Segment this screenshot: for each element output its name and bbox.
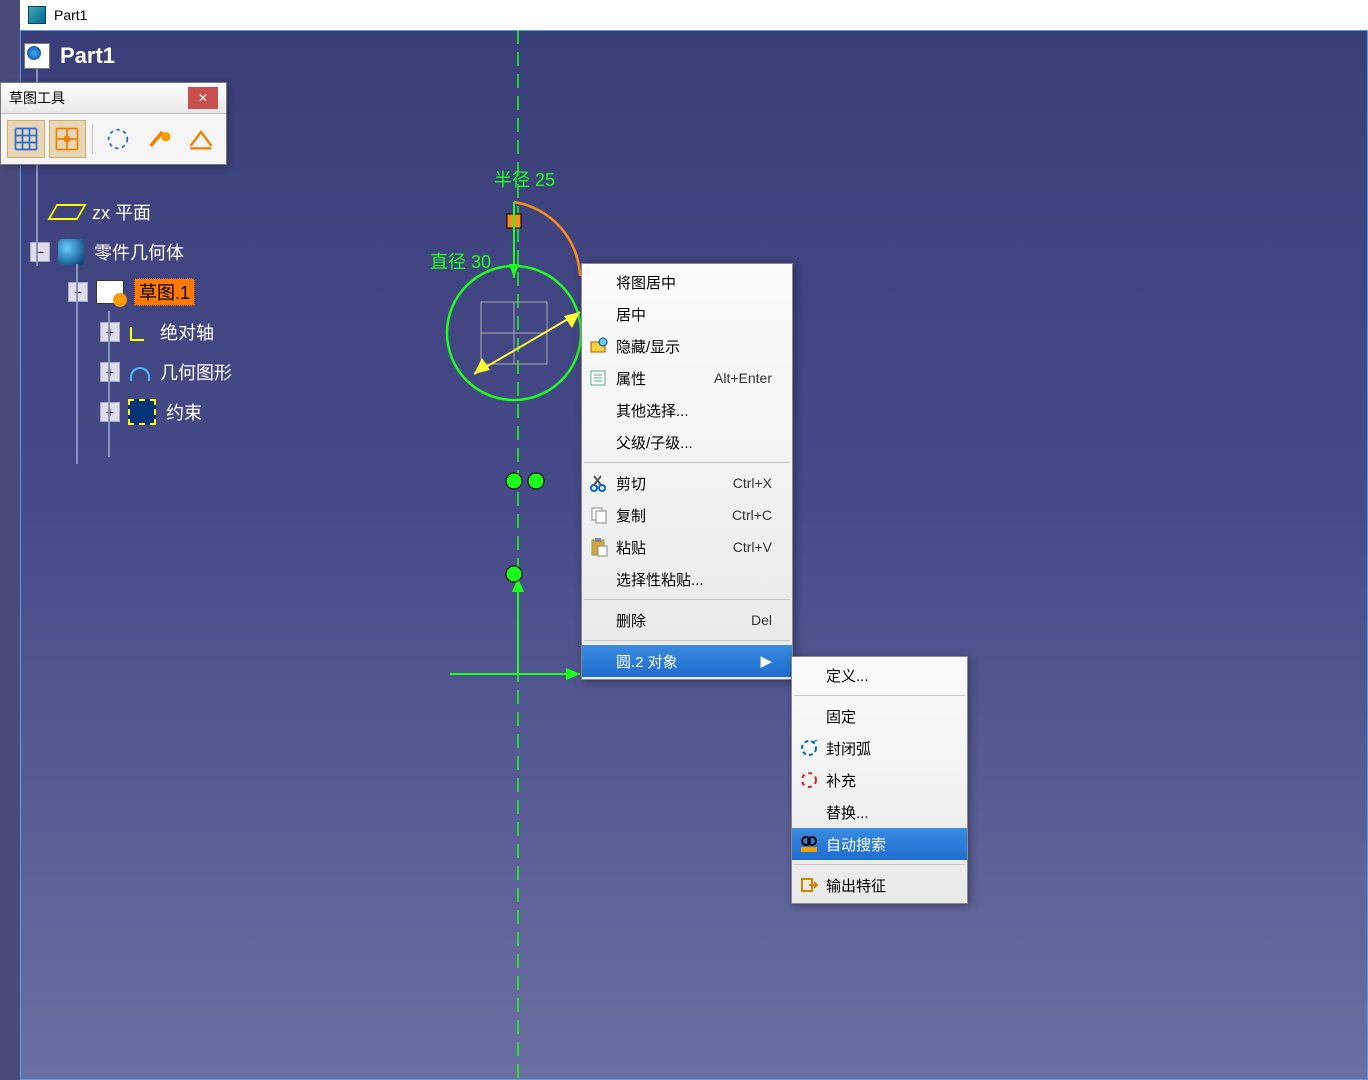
tree-constraints[interactable]: + 约束	[100, 392, 232, 432]
menu-other-select[interactable]: 其他选择...	[582, 394, 792, 426]
shortcut-label: Ctrl+X	[705, 475, 772, 491]
menu-separator	[584, 640, 790, 641]
expander-plus-icon[interactable]: +	[100, 362, 120, 382]
fill-icon	[798, 769, 820, 791]
menu-hide-show[interactable]: 隐藏/显示	[582, 330, 792, 362]
toolbar-separator	[92, 124, 93, 154]
expander-plus-icon[interactable]: +	[100, 402, 120, 422]
snap-toggle-button[interactable]	[49, 120, 87, 158]
grid-toggle-button[interactable]	[7, 120, 45, 158]
dimensional-constraint-button[interactable]	[182, 120, 220, 158]
submenu-fill[interactable]: 补充	[792, 764, 967, 796]
geometry-icon	[128, 361, 150, 383]
tree-plane-label: zx 平面	[92, 199, 151, 225]
submenu-replace[interactable]: 替换...	[792, 796, 967, 828]
menu-separator	[794, 695, 965, 696]
expander-plus-icon[interactable]: +	[100, 322, 120, 342]
submenu-auto-search[interactable]: 自动搜索	[792, 828, 967, 860]
geometric-constraint-button[interactable]	[141, 120, 179, 158]
tree-root[interactable]: Part1	[24, 36, 232, 76]
menu-copy[interactable]: 复制 Ctrl+C	[582, 499, 792, 531]
tree-sketch[interactable]: − 草图.1	[68, 272, 232, 312]
constraints-icon	[128, 399, 156, 425]
tree-axis[interactable]: + 绝对轴	[100, 312, 232, 352]
paste-icon	[588, 536, 610, 558]
shortcut-label: Del	[723, 612, 772, 628]
sketch-tools-toolbar[interactable]: 草图工具 ✕	[0, 82, 227, 165]
menu-object-submenu[interactable]: 圆.2 对象 ▶	[582, 645, 792, 677]
menu-separator	[584, 462, 790, 463]
toolbar-body	[1, 114, 226, 164]
submenu-definition[interactable]: 定义...	[792, 659, 967, 691]
part-icon	[24, 43, 50, 69]
shortcut-label: Ctrl+V	[705, 539, 772, 555]
tree-root-label: Part1	[60, 43, 115, 69]
toolbar-title-label: 草图工具	[9, 88, 65, 108]
submenu-close-arc[interactable]: 封闭弧	[792, 732, 967, 764]
copy-icon	[588, 504, 610, 526]
construction-toggle-button[interactable]	[99, 120, 137, 158]
menu-paste[interactable]: 粘贴 Ctrl+V	[582, 531, 792, 563]
submenu-arrow-icon: ▶	[736, 652, 772, 670]
expander-minus-icon[interactable]: −	[68, 282, 88, 302]
tree-geometry[interactable]: + 几何图形	[100, 352, 232, 392]
window-title: Part1	[54, 7, 87, 23]
menu-center[interactable]: 居中	[582, 298, 792, 330]
app-root: Part1 半径 25 直径 30	[0, 0, 1368, 1080]
toolbar-titlebar[interactable]: 草图工具 ✕	[1, 83, 226, 114]
tree-geometry-label: 几何图形	[160, 359, 232, 385]
properties-icon	[588, 367, 610, 389]
sketch-icon	[96, 280, 124, 304]
menu-properties[interactable]: 属性 Alt+Enter	[582, 362, 792, 394]
context-menu[interactable]: 将图居中 居中 隐藏/显示 属性 Alt+Enter 其他选择... 父级/子级…	[581, 263, 793, 680]
menu-separator	[794, 864, 965, 865]
cut-icon	[588, 472, 610, 494]
tree-axis-label: 绝对轴	[160, 319, 214, 345]
submenu-fixed[interactable]: 固定	[792, 700, 967, 732]
shortcut-label: Ctrl+C	[704, 507, 772, 523]
app-icon	[28, 6, 46, 24]
body-icon	[58, 239, 84, 265]
expander-minus-icon[interactable]: −	[30, 242, 50, 262]
menu-center-graph[interactable]: 将图居中	[582, 266, 792, 298]
tree-constraints-label: 约束	[166, 399, 202, 425]
menu-separator	[584, 599, 790, 600]
menu-cut[interactable]: 剪切 Ctrl+X	[582, 467, 792, 499]
auto-search-icon	[798, 833, 820, 855]
toolbar-close-button[interactable]: ✕	[188, 87, 218, 109]
window-title-bar[interactable]: Part1	[20, 0, 1368, 31]
tree-body[interactable]: − 零件几何体	[30, 232, 232, 272]
object-submenu[interactable]: 定义... 固定 封闭弧 补充 替换... 自动搜索 输出特征	[791, 656, 968, 904]
shortcut-label: Alt+Enter	[686, 370, 772, 386]
menu-parent-child[interactable]: 父级/子级...	[582, 426, 792, 458]
tree-sketch-label: 草图.1	[134, 278, 195, 306]
axis-icon	[128, 321, 150, 343]
menu-paste-special[interactable]: 选择性粘贴...	[582, 563, 792, 595]
output-feature-icon	[798, 874, 820, 896]
close-arc-icon	[798, 737, 820, 759]
submenu-output-feature[interactable]: 输出特征	[792, 869, 967, 901]
menu-delete[interactable]: 删除 Del	[582, 604, 792, 636]
hide-show-icon	[588, 335, 610, 357]
tree-plane[interactable]: zx 平面	[52, 192, 232, 232]
tree-body-label: 零件几何体	[94, 239, 184, 265]
plane-icon	[47, 204, 86, 220]
